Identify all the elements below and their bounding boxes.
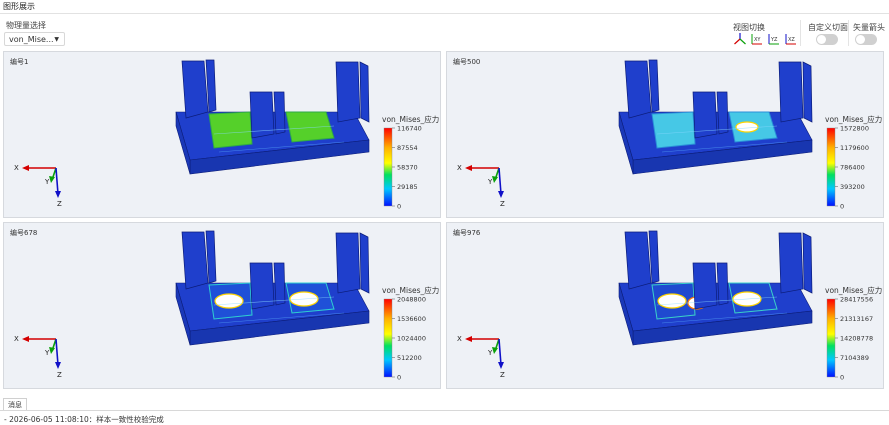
axis-label-z: Z <box>500 371 505 379</box>
axis-label-x: X <box>457 164 462 172</box>
stress-render: von_Mises_应力1572800 1179600 786400 393200 0 X… <box>457 59 882 211</box>
legend-tick-label: 1179600 <box>840 144 869 152</box>
axis-triad-icon: X Y Z <box>14 164 62 208</box>
view-iso-icon[interactable] <box>733 32 747 46</box>
axis-label-x: X <box>457 335 462 343</box>
legend-tick-label: 0 <box>840 203 844 211</box>
axis-triad-icon: X Y Z <box>14 335 62 379</box>
legend-tick-label: 0 <box>397 203 401 211</box>
legend-tick-label: 29185 <box>397 183 418 191</box>
legend-tick-label: 87554 <box>397 144 418 152</box>
messages-divider <box>0 410 889 411</box>
toggle-knob <box>817 35 826 44</box>
legend-tick-label: 7104389 <box>840 354 869 362</box>
legend-tick-label: 512200 <box>397 354 422 362</box>
legend-title: von_Mises_应力 <box>382 114 439 124</box>
legend-color-bar <box>383 298 393 378</box>
axis-label-x: X <box>14 335 19 343</box>
panel-label: 编号678 <box>10 229 38 237</box>
fea-part-model <box>618 230 813 346</box>
axis-label-z: Z <box>500 200 505 208</box>
custom-section-toggle[interactable] <box>816 34 838 45</box>
legend-tick-label: 116740 <box>397 125 422 133</box>
axis-label-x: X <box>14 164 19 172</box>
viewport-panel-2[interactable]: von_Mises_应力 1572800 1179600 786400 393200 0 X… <box>446 51 884 218</box>
viewport-panel-3[interactable]: von_Mises_应力 2048800 1536600 1024400 512200 0… <box>3 222 441 389</box>
panel-label: 编号976 <box>453 229 481 237</box>
stress-render: von_Mises_应力2048800 1536600 1024400 512200 0… <box>14 230 439 382</box>
legend-tick-label: 1024400 <box>397 335 426 343</box>
axis-label-y: Y <box>487 349 493 357</box>
legend-color-bar <box>383 127 393 207</box>
fea-part-model <box>618 59 813 175</box>
quantity-dropdown-value: von_Mise... <box>9 35 54 44</box>
stress-render: von_Mises_应力28417556 21313167 14208778 7104… <box>457 230 882 382</box>
legend-color-bar <box>826 127 836 207</box>
axis-label-z: Z <box>57 371 62 379</box>
divider <box>800 20 801 46</box>
fea-part-model <box>175 230 370 346</box>
axis-triad-icon: X Y Z <box>457 164 505 208</box>
quantity-dropdown[interactable]: von_Mise... ▼ <box>4 32 65 46</box>
custom-section-label: 自定义切面 <box>808 23 848 32</box>
legend-tick-label: 21313167 <box>840 315 873 323</box>
view-switch-buttons: XY YZ XZ <box>733 32 798 46</box>
legend-tick-label: 1536600 <box>397 315 426 323</box>
legend-tick-label: 58370 <box>397 164 418 172</box>
chevron-down-icon: ▼ <box>54 36 59 43</box>
legend-tick-label: 393200 <box>840 183 865 191</box>
axis-label-y: Y <box>487 178 493 186</box>
legend-tick-label: 28417556 <box>840 296 873 304</box>
fea-part-model <box>175 59 370 175</box>
legend-tick-label: 0 <box>840 374 844 382</box>
message-line: - 2026-06-05 11:08:10：样本一致性校验完成 <box>4 415 164 424</box>
view-yz-button[interactable]: YZ <box>767 32 781 46</box>
legend-tick-label: 0 <box>397 374 401 382</box>
legend-tick-label: 2048800 <box>397 296 426 304</box>
legend-color-bar <box>826 298 836 378</box>
vector-arrow-label: 矢量箭头 <box>853 23 885 32</box>
vector-arrow-toggle[interactable] <box>855 34 877 45</box>
legend-title: von_Mises_应力 <box>382 285 439 295</box>
viewport-panel-4[interactable]: von_Mises_应力 28417556 21313167 14208778 7104… <box>446 222 884 389</box>
view-xy-label: XY <box>754 37 761 43</box>
toggle-knob <box>856 35 865 44</box>
legend-tick-label: 786400 <box>840 164 865 172</box>
view-xz-button[interactable]: XZ <box>784 32 798 46</box>
axis-label-y: Y <box>44 349 50 357</box>
view-yz-label: YZ <box>770 37 778 43</box>
view-xz-label: XZ <box>788 37 795 43</box>
window-title: 图形展示 <box>0 0 889 14</box>
stress-render: von_Mises_应力116740 87554 58370 29185 0 X Y Z <box>14 59 439 211</box>
axis-triad-icon: X Y Z <box>457 335 505 379</box>
legend-title: von_Mises_应力 <box>825 114 882 124</box>
view-xy-button[interactable]: XY <box>750 32 764 46</box>
axis-label-z: Z <box>57 200 62 208</box>
viewport-panel-1[interactable]: von_Mises_应力 116740 87554 58370 29185 0 X Y Z 编号… <box>3 51 441 218</box>
axis-label-y: Y <box>44 178 50 186</box>
legend-tick-label: 14208778 <box>840 335 873 343</box>
legend-title: von_Mises_应力 <box>825 285 882 295</box>
panel-label: 编号500 <box>453 58 481 66</box>
legend-tick-label: 1572800 <box>840 125 869 133</box>
panel-label: 编号1 <box>10 58 29 66</box>
divider <box>848 20 849 46</box>
quantity-label: 物理量选择 <box>6 21 46 30</box>
